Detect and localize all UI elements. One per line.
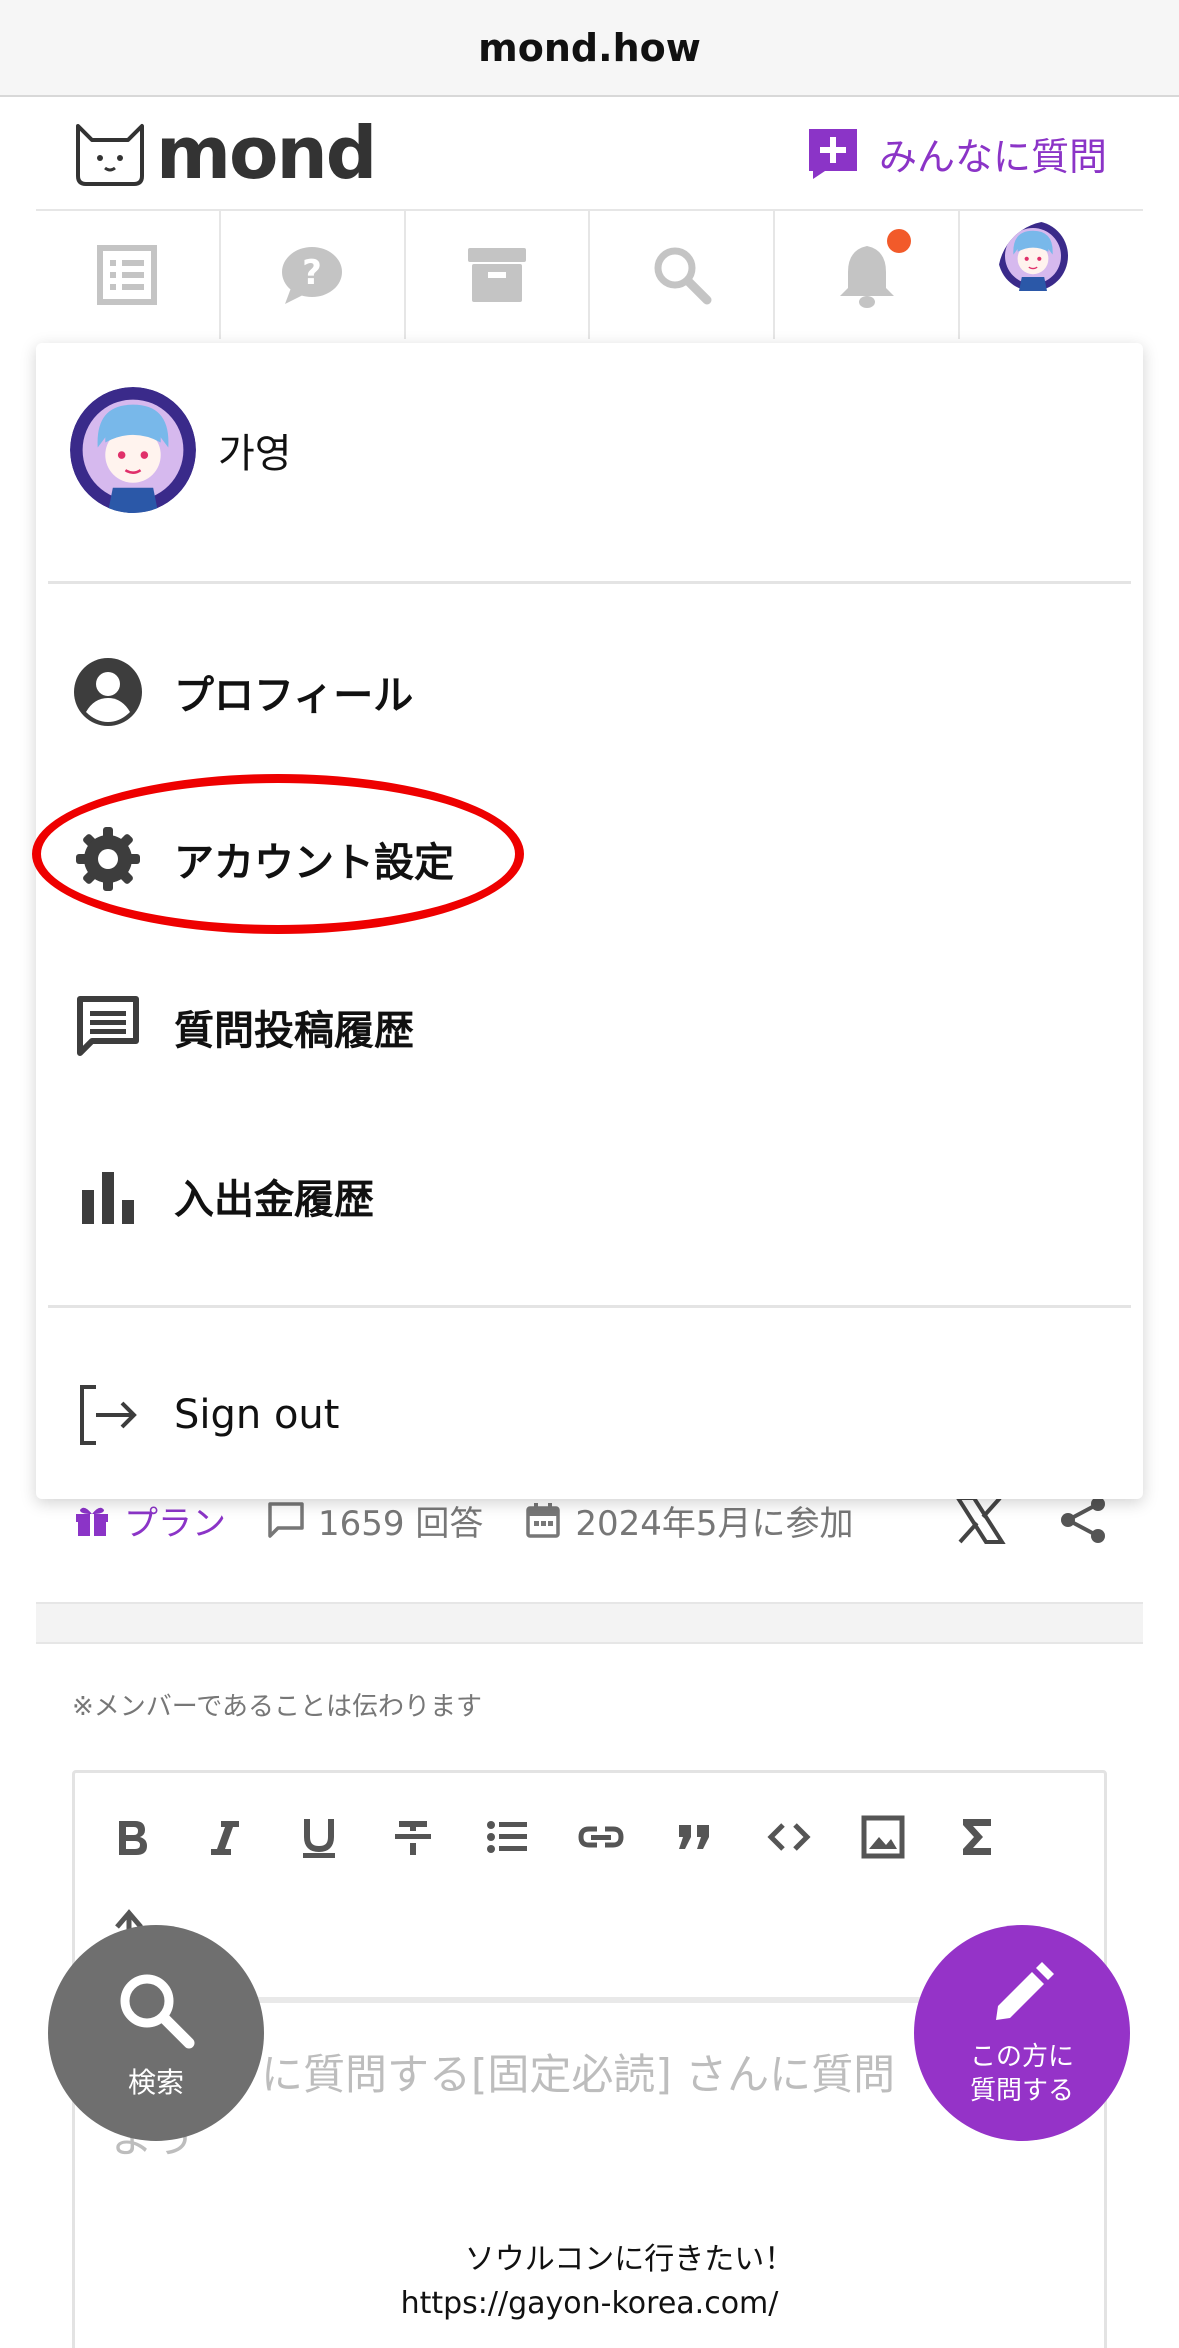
menu-divider bbox=[48, 1305, 1131, 1308]
sigma-icon bbox=[963, 1819, 991, 1855]
account-dropdown-menu: 가영 プロフィール アカウント設定 質問投稿履歴 入出金履歴 Sign out bbox=[32, 343, 1143, 1499]
question-icon: ? bbox=[282, 247, 343, 304]
menu-item-label: 入出金履歴 bbox=[174, 1177, 374, 1223]
member-note: ※メンバーであることは伝わります bbox=[72, 1692, 482, 1722]
link-icon bbox=[578, 1826, 624, 1848]
ask-everyone-label: みんなに質問 bbox=[878, 134, 1107, 179]
search-icon bbox=[654, 247, 712, 305]
quote-button[interactable] bbox=[669, 1811, 721, 1863]
code-icon bbox=[767, 1823, 811, 1851]
list-icon bbox=[97, 245, 158, 305]
italic-button[interactable] bbox=[199, 1811, 251, 1863]
mond-logo[interactable]: mond bbox=[72, 111, 377, 195]
link-button[interactable] bbox=[575, 1811, 627, 1863]
tab-search[interactable] bbox=[590, 211, 776, 339]
code-button[interactable] bbox=[763, 1811, 815, 1863]
avatar bbox=[70, 387, 196, 513]
gift-icon bbox=[76, 1507, 108, 1536]
notification-dot bbox=[887, 229, 912, 253]
calendar-icon bbox=[526, 1503, 561, 1538]
image-icon bbox=[861, 1815, 905, 1859]
join-date: 2024年5月に参加 bbox=[523, 1496, 854, 1545]
ask-this-person-fab[interactable]: この方に 質問する bbox=[914, 1925, 1130, 2141]
quote-icon bbox=[679, 1825, 709, 1849]
tab-account[interactable] bbox=[960, 211, 1143, 339]
tab-notifications[interactable] bbox=[775, 211, 961, 339]
message-icon bbox=[77, 996, 139, 1056]
caption-line2: https://gayon-korea.com/ bbox=[400, 2286, 779, 2321]
x-logo-icon[interactable] bbox=[952, 1492, 1008, 1548]
tab-questions[interactable]: ? bbox=[221, 211, 406, 339]
image-caption: ソウルコンに行きたい！ https://gayon-korea.com/ bbox=[0, 2238, 1179, 2326]
bullet-list-button[interactable] bbox=[481, 1811, 533, 1863]
tab-feed[interactable] bbox=[36, 211, 221, 339]
search-fab[interactable]: 検索 bbox=[48, 1925, 264, 2141]
section-divider bbox=[36, 1602, 1143, 1644]
comment-icon bbox=[268, 1502, 304, 1538]
logo-text: mond bbox=[156, 111, 377, 195]
answer-count-text: 1659 回答 bbox=[318, 1503, 484, 1544]
gear-icon bbox=[76, 827, 140, 891]
menu-divider bbox=[48, 581, 1131, 584]
tab-archive[interactable] bbox=[406, 211, 591, 339]
bold-icon bbox=[119, 1821, 147, 1855]
sign-out-button[interactable]: Sign out bbox=[72, 1379, 339, 1451]
avatar bbox=[997, 221, 1106, 329]
strikethrough-icon bbox=[395, 1821, 431, 1855]
logout-icon bbox=[80, 1385, 137, 1445]
nav-tabs: ? bbox=[36, 211, 1143, 339]
underline-icon bbox=[303, 1819, 335, 1858]
profile-stats: プラン 1659 回答 2024年5月に参加 bbox=[72, 1490, 1112, 1550]
sign-out-label: Sign out bbox=[174, 1392, 340, 1438]
ask-fab-label-1: この方に bbox=[969, 2042, 1074, 2072]
strikethrough-button[interactable] bbox=[387, 1811, 439, 1863]
menu-user-header: 가영 bbox=[70, 387, 292, 513]
menu-item-label: 質問投稿履歴 bbox=[174, 1008, 414, 1054]
menu-item-account-settings[interactable]: アカウント設定 bbox=[72, 823, 454, 895]
plan-label: プラン bbox=[124, 1503, 226, 1544]
menu-user-name: 가영 bbox=[218, 431, 292, 477]
browser-url-bar[interactable]: mond.how bbox=[0, 0, 1179, 97]
menu-item-label: アカウント設定 bbox=[174, 840, 454, 886]
cat-logo-icon bbox=[76, 124, 144, 186]
search-icon bbox=[120, 1974, 195, 2049]
bar-chart-icon bbox=[82, 1172, 134, 1224]
plan-link[interactable]: プラン bbox=[72, 1496, 226, 1545]
math-button[interactable] bbox=[951, 1811, 1003, 1863]
underline-button[interactable] bbox=[293, 1811, 345, 1863]
menu-item-label: プロフィール bbox=[174, 673, 414, 719]
account-circle-icon bbox=[74, 658, 142, 726]
join-date-text: 2024年5月に参加 bbox=[575, 1503, 854, 1544]
image-button[interactable] bbox=[857, 1811, 909, 1863]
ask-fab-label-2: 質問する bbox=[969, 2076, 1074, 2106]
menu-item-profile[interactable]: プロフィール bbox=[72, 656, 413, 728]
archive-icon bbox=[468, 248, 527, 302]
search-fab-label: 検索 bbox=[127, 2066, 184, 2099]
bullet-list-icon bbox=[487, 1821, 527, 1853]
share-buttons bbox=[952, 1492, 1112, 1548]
site-header: mond みんなに質問 bbox=[36, 97, 1143, 211]
caption-line1: ソウルコンに行きたい！ bbox=[464, 2242, 795, 2277]
add-question-icon bbox=[808, 129, 857, 179]
bold-button[interactable] bbox=[105, 1811, 157, 1863]
url-text: mond.how bbox=[478, 25, 701, 70]
menu-item-transaction-history[interactable]: 入出金履歴 bbox=[72, 1160, 374, 1232]
answer-count: 1659 回答 bbox=[266, 1496, 483, 1545]
svg-text:?: ? bbox=[302, 253, 322, 293]
ask-everyone-button[interactable]: みんなに質問 bbox=[805, 125, 1107, 181]
pencil-icon bbox=[996, 1962, 1054, 2020]
italic-icon bbox=[211, 1821, 239, 1855]
share-icon[interactable] bbox=[1056, 1492, 1112, 1548]
menu-item-question-history[interactable]: 質問投稿履歴 bbox=[72, 991, 414, 1063]
